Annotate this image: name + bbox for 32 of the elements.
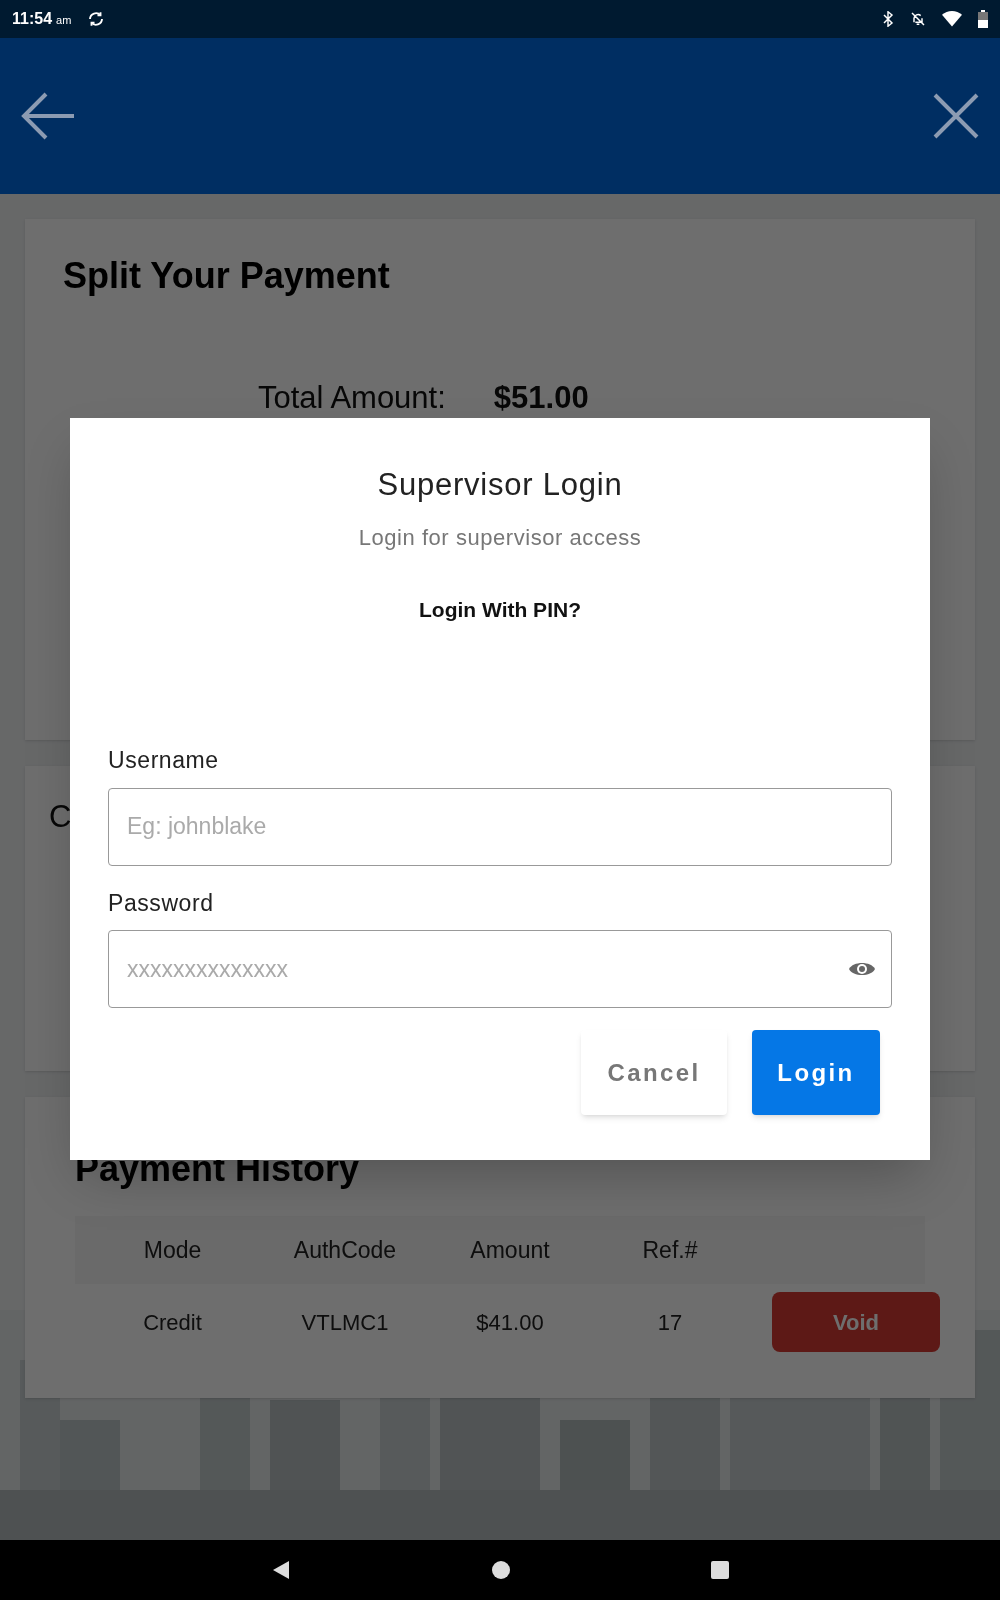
login-button[interactable]: Login <box>752 1030 880 1115</box>
total-label: Total Amount: <box>258 379 446 417</box>
table-cell-text: 17 <box>656 1308 684 1337</box>
bluetooth-icon <box>882 11 894 27</box>
back-arrow-icon[interactable] <box>20 91 76 141</box>
column-header: Amount <box>469 1235 551 1265</box>
card-title: C <box>49 799 72 834</box>
table-cell-text: VTLMC1 <box>300 1308 390 1337</box>
table-cell-text: $41.00 <box>475 1308 545 1337</box>
sync-icon <box>87 10 106 28</box>
card-title: Split Your Payment <box>63 254 391 298</box>
password-field[interactable]: xxxxxxxxxxxxxx <box>108 930 892 1008</box>
column-header: Ref.# <box>641 1235 699 1265</box>
total-value: $51.00 <box>493 379 589 417</box>
pin-login-link[interactable]: Login With PIN? <box>419 593 581 625</box>
column-header: AuthCode <box>292 1235 398 1265</box>
home-nav-icon[interactable] <box>491 1560 511 1580</box>
table-cell-text: Credit <box>142 1308 203 1337</box>
wifi-icon <box>942 11 962 27</box>
username-field[interactable]: Eg: johnblake <box>108 787 892 866</box>
cancel-button[interactable]: Cancel <box>581 1030 727 1115</box>
void-button[interactable]: Void <box>772 1292 940 1352</box>
dialog-subtitle: Login for supervisor access <box>358 523 642 552</box>
column-header: Mode <box>142 1235 203 1265</box>
status-time: 11:54 am <box>12 9 72 29</box>
dialog-title: Supervisor Login <box>377 466 623 504</box>
battery-icon <box>978 10 988 28</box>
field-label: Username <box>108 746 220 775</box>
muted-bell-icon <box>910 11 926 27</box>
back-nav-icon[interactable] <box>271 1560 291 1580</box>
field-label: Password <box>108 888 215 918</box>
close-icon[interactable] <box>932 92 980 140</box>
